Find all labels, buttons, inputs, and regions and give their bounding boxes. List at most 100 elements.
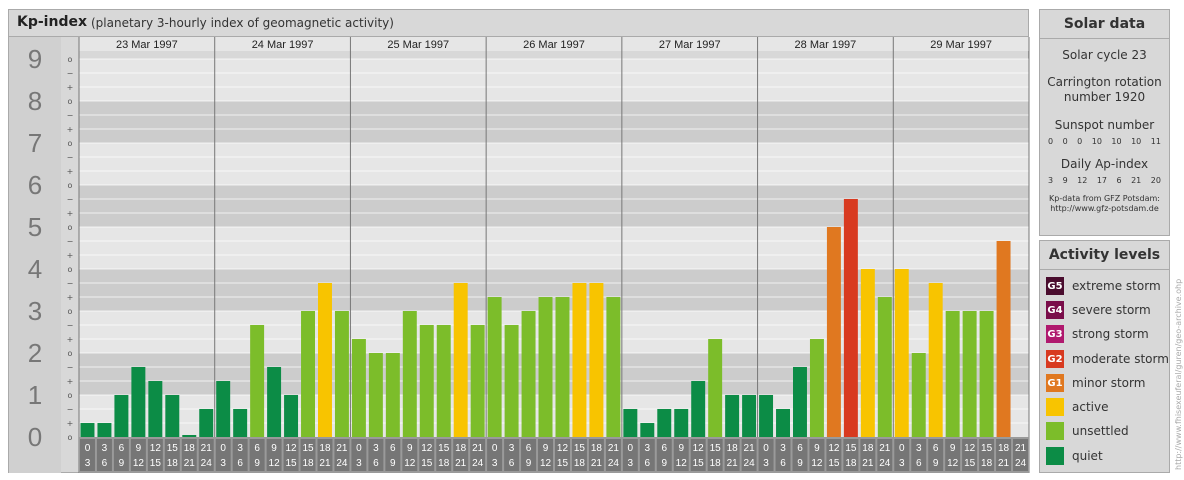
ap-values: 3 9 12 17 6 21 20 <box>1040 176 1169 185</box>
interval-end: 18 <box>574 458 586 469</box>
y-minor-tick: o <box>68 307 73 316</box>
interval-start: 3 <box>373 443 379 454</box>
interval-end: 21 <box>455 458 467 469</box>
interval-end: 24 <box>201 458 213 469</box>
interval-start: 15 <box>167 443 179 454</box>
legend-item-g4: G4 severe storm <box>1046 300 1151 320</box>
y-minor-tick: o <box>68 181 73 190</box>
legend-swatch: G2 <box>1046 350 1064 368</box>
sunspot-values: 0 0 0 10 10 10 11 <box>1040 137 1169 146</box>
interval-start: 12 <box>150 443 162 454</box>
interval-end: 9 <box>797 458 803 469</box>
interval-end: 18 <box>710 458 722 469</box>
interval-start: 15 <box>302 443 314 454</box>
interval-start: 0 <box>220 443 226 454</box>
interval-start: 9 <box>678 443 684 454</box>
kp-band <box>79 101 1029 143</box>
interval-start: 0 <box>492 443 498 454</box>
y-minor-tick: + <box>67 125 74 134</box>
interval-end: 9 <box>526 458 532 469</box>
interval-start: 18 <box>862 443 874 454</box>
interval-end: 21 <box>319 458 331 469</box>
kp-band <box>79 185 1029 227</box>
legend-swatch <box>1046 422 1064 440</box>
kp-bar <box>572 282 587 437</box>
y-minor-tick: o <box>68 223 73 232</box>
interval-end: 15 <box>693 458 705 469</box>
sunspot-value: 0 <box>1077 137 1083 146</box>
kp-bar <box>776 408 790 437</box>
source-link[interactable]: http://www.gfz-potsdam.de <box>1040 204 1169 214</box>
interval-start: 0 <box>628 443 634 454</box>
kp-bar <box>436 324 451 437</box>
interval-start: 15 <box>981 443 993 454</box>
interval-end: 6 <box>780 458 786 469</box>
interval-end: 12 <box>269 458 281 469</box>
kp-bar <box>962 311 977 437</box>
legend-label: extreme storm <box>1072 279 1161 293</box>
interval-end: 24 <box>608 458 620 469</box>
interval-start: 6 <box>254 443 260 454</box>
kp-bar <box>385 353 400 437</box>
interval-end: 12 <box>133 458 145 469</box>
y-minor-tick: o <box>68 265 73 274</box>
interval-start: 0 <box>85 443 91 454</box>
legend-item-g1: G1 minor storm <box>1046 373 1145 393</box>
kp-bar <box>402 311 417 437</box>
sunspot-value: 0 <box>1048 137 1054 146</box>
kp-bar <box>284 395 299 437</box>
sunspot-label: Sunspot number <box>1054 118 1155 132</box>
sunspot-value: 10 <box>1111 137 1122 146</box>
interval-end: 18 <box>302 458 314 469</box>
kp-bar <box>742 395 757 437</box>
kp-bar <box>623 408 638 437</box>
interval-start: 18 <box>184 443 196 454</box>
y-minor-tick: + <box>67 335 74 344</box>
interval-end: 15 <box>150 458 162 469</box>
kp-bar <box>860 269 875 437</box>
y-minor-tick: − <box>67 279 74 288</box>
interval-start: 12 <box>693 443 705 454</box>
interval-start: 6 <box>526 443 532 454</box>
kp-bar <box>419 324 434 437</box>
interval-end: 9 <box>254 458 260 469</box>
interval-start: 6 <box>661 443 667 454</box>
interval-start: 3 <box>780 443 786 454</box>
interval-start: 18 <box>727 443 739 454</box>
interval-end: 15 <box>285 458 297 469</box>
kp-bar <box>165 395 180 437</box>
legend-label: unsettled <box>1072 424 1129 438</box>
y-minor-tick: − <box>67 321 74 330</box>
y-minor-tick: − <box>67 363 74 372</box>
interval-end: 21 <box>727 458 739 469</box>
interval-start: 21 <box>472 443 484 454</box>
interval-start: 9 <box>271 443 277 454</box>
kp-bar <box>843 198 858 437</box>
interval-start: 18 <box>591 443 603 454</box>
legend-label: severe storm <box>1072 303 1151 317</box>
kp-bar <box>555 297 570 437</box>
kp-bar <box>657 408 672 437</box>
kp-bar <box>793 366 807 437</box>
solar-data-title: Solar data <box>1040 10 1169 39</box>
y-minor-tick: + <box>67 83 74 92</box>
interval-start: 3 <box>509 443 515 454</box>
legend-swatch: G5 <box>1046 277 1064 295</box>
sunspot-value: 10 <box>1091 137 1102 146</box>
legend-item-unsettled: unsettled <box>1046 421 1129 441</box>
legend-item-quiet: quiet <box>1046 446 1103 466</box>
legend-swatch: G1 <box>1046 374 1064 392</box>
interval-end: 18 <box>845 458 857 469</box>
interval-start: 15 <box>574 443 586 454</box>
solar-data-panel: Solar data Solar cycle 23 Carrington rot… <box>1039 9 1170 236</box>
interval-end: 24 <box>879 458 891 469</box>
kp-bar <box>640 423 655 437</box>
interval-end: 15 <box>421 458 433 469</box>
kp-bar <box>233 408 248 437</box>
y-tick-label: 9 <box>28 44 42 74</box>
kp-bar <box>199 408 214 437</box>
interval-start: 9 <box>136 443 142 454</box>
kp-bar <box>894 269 909 437</box>
interval-start: 0 <box>763 443 769 454</box>
kp-band <box>79 227 1029 269</box>
